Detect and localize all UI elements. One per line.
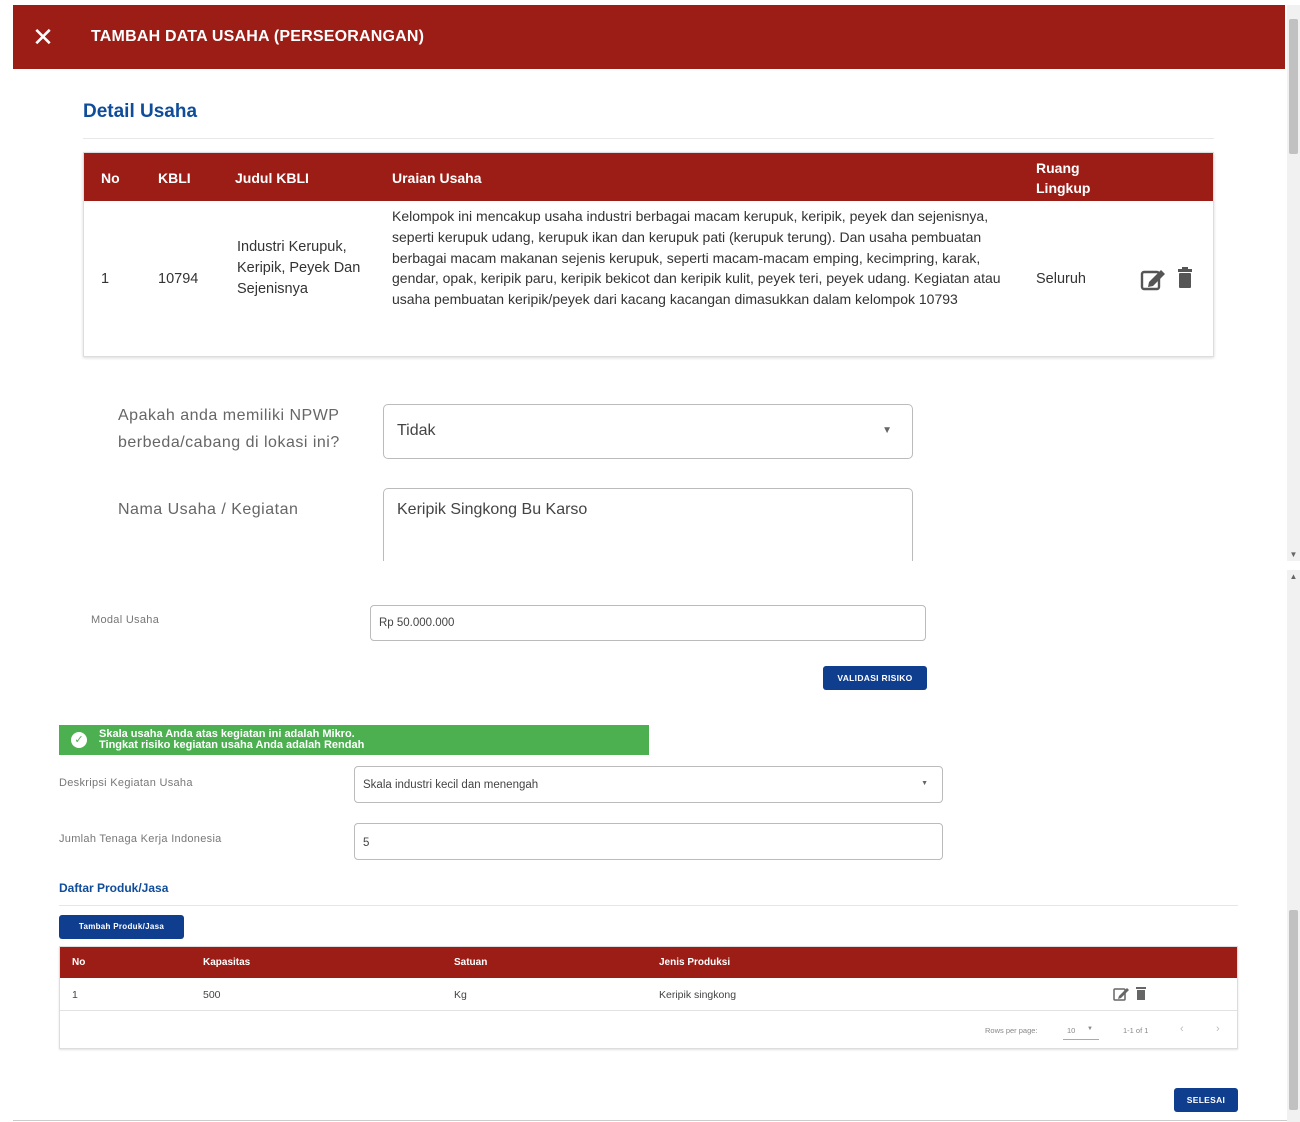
- edit-icon[interactable]: [1113, 986, 1131, 1004]
- row-judul-kbli: Industri Kerupuk, Keripik, Peyek Dan Sej…: [237, 239, 361, 297]
- rows-per-page-value: 10: [1067, 1026, 1076, 1035]
- rows-per-page-select[interactable]: 10 ▼: [1063, 1019, 1099, 1040]
- row-uraian-usaha: Kelompok ini mencakup usaha industri ber…: [392, 208, 1001, 308]
- screenshot-seam: [0, 561, 1300, 570]
- row-jenis-produksi: Keripik singkong: [659, 989, 737, 1001]
- page-range: 1-1 of 1: [1123, 1026, 1149, 1035]
- header-kbli: KBLI: [158, 170, 191, 186]
- header-no: No: [72, 957, 86, 968]
- delete-icon[interactable]: [1177, 267, 1193, 293]
- npwp-value: Tidak: [397, 422, 436, 439]
- prev-page-icon[interactable]: ‹: [1180, 1023, 1184, 1035]
- npwp-label: Apakah anda memiliki NPWP berbeda/cabang…: [118, 407, 340, 451]
- produk-section-title: Daftar Produk/Jasa: [59, 881, 169, 895]
- alert-line-2: Tingkat risiko kegiatan usaha Anda adala…: [99, 739, 365, 751]
- row-no: 1: [72, 989, 78, 1001]
- section-divider: [83, 138, 1214, 139]
- scroll-up-arrow-icon[interactable]: ▲: [1287, 572, 1300, 581]
- header-no: No: [101, 170, 120, 186]
- modal-usaha-value: Rp 50.000.000: [379, 617, 455, 629]
- tenaga-kerja-input[interactable]: 5: [354, 823, 943, 860]
- header-kapasitas: Kapasitas: [203, 957, 251, 968]
- check-circle-icon: ✓: [71, 732, 87, 748]
- validasi-risiko-button[interactable]: VALIDASI RISIKO: [823, 666, 927, 690]
- modal-usaha-label: Modal Usaha: [91, 614, 160, 626]
- rows-per-page-label: Rows per page:: [985, 1026, 1038, 1035]
- next-page-icon[interactable]: ›: [1216, 1023, 1220, 1035]
- lower-scrollbar[interactable]: ▲: [1287, 570, 1300, 1122]
- delete-icon[interactable]: [1136, 986, 1146, 1003]
- row-satuan: Kg: [454, 989, 467, 1001]
- upper-scrollbar-thumb[interactable]: [1289, 19, 1298, 154]
- header-judul-kbli: Judul KBLI: [235, 170, 309, 186]
- header-uraian-usaha: Uraian Usaha: [392, 170, 482, 186]
- lower-scrollbar-thumb[interactable]: [1289, 910, 1298, 1110]
- nama-usaha-textarea[interactable]: Keripik Singkong Bu Karso: [383, 488, 913, 568]
- chevron-down-icon: ▼: [882, 425, 892, 436]
- header-ruang-lingkup: Ruang Lingkup: [1036, 160, 1091, 196]
- nama-usaha-label: Nama Usaha / Kegiatan: [118, 501, 299, 518]
- dialog-bottom-border: [13, 1120, 1287, 1121]
- header-satuan: Satuan: [454, 957, 488, 968]
- scroll-down-arrow-icon[interactable]: ▼: [1287, 550, 1300, 559]
- kbli-table-header: No KBLI Judul KBLI Uraian Usaha Ruang Li…: [84, 153, 1213, 201]
- deskripsi-value: Skala industri kecil dan menengah: [363, 779, 539, 791]
- edit-icon[interactable]: [1140, 267, 1168, 295]
- row-kbli: 10794: [158, 271, 199, 287]
- deskripsi-select[interactable]: Skala industri kecil dan menengah ▼: [354, 766, 943, 803]
- row-ruang-lingkup: Seluruh: [1036, 271, 1086, 287]
- row-kapasitas: 500: [203, 989, 221, 1001]
- pagination: Rows per page: 10 ▼ 1-1 of 1 ‹ ›: [60, 1011, 1237, 1049]
- produk-divider: [59, 905, 1238, 906]
- chevron-down-icon: ▼: [921, 780, 928, 787]
- table-row: 1 500 Kg Keripik singkong: [60, 978, 1237, 1011]
- tenaga-kerja-label: Jumlah Tenaga Kerja Indonesia: [59, 833, 222, 845]
- npwp-select[interactable]: Tidak ▼: [383, 404, 913, 459]
- produk-table-header: No Kapasitas Satuan Jenis Produksi: [60, 947, 1237, 978]
- nama-usaha-value: Keripik Singkong Bu Karso: [397, 501, 588, 518]
- risk-alert: ✓ Skala usaha Anda atas kegiatan ini ada…: [59, 725, 649, 755]
- modal-usaha-input[interactable]: Rp 50.000.000: [370, 605, 926, 641]
- close-icon[interactable]: ✕: [13, 5, 73, 69]
- deskripsi-label: Deskripsi Kegiatan Usaha: [59, 777, 193, 789]
- tambah-produk-button[interactable]: Tambah Produk/Jasa: [59, 915, 184, 939]
- produk-table: No Kapasitas Satuan Jenis Produksi 1 500…: [59, 946, 1238, 1049]
- section-title: Detail Usaha: [83, 101, 198, 122]
- upper-scrollbar[interactable]: ▼: [1287, 5, 1300, 561]
- row-no: 1: [101, 271, 110, 287]
- kbli-table: No KBLI Judul KBLI Uraian Usaha Ruang Li…: [83, 152, 1214, 357]
- dialog-header: ✕ TAMBAH DATA USAHA (PERSEORANGAN): [13, 5, 1285, 69]
- dialog-title: TAMBAH DATA USAHA (PERSEORANGAN): [91, 28, 425, 45]
- tenaga-kerja-value: 5: [363, 837, 370, 849]
- header-jenis-produksi: Jenis Produksi: [659, 957, 731, 968]
- table-row: 1 10794 Industri Kerupuk, Keripik, Peyek…: [84, 201, 1213, 357]
- selesai-button[interactable]: SELESAI: [1174, 1088, 1238, 1112]
- chevron-down-icon: ▼: [1087, 1026, 1093, 1032]
